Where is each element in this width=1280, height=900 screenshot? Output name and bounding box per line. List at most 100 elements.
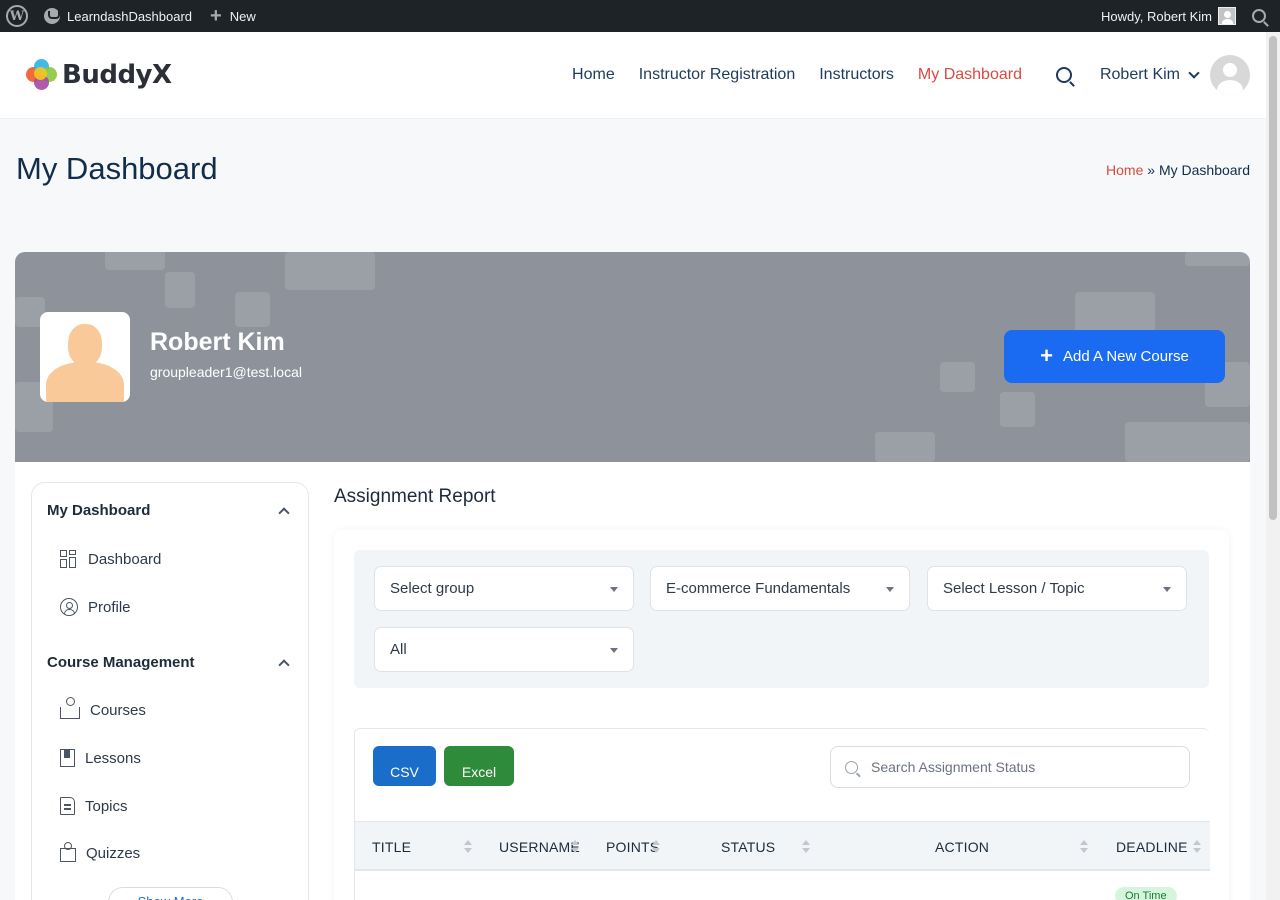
caret-down-icon — [610, 587, 618, 592]
nav-home[interactable]: Home — [572, 66, 615, 84]
deadline-status-badge: On Time — [1115, 887, 1177, 900]
sidebar-item-label: Lessons — [85, 749, 141, 767]
lesson-topic-select[interactable]: Select Lesson / Topic — [927, 566, 1187, 611]
admin-site-link[interactable]: LearndashDashboard — [44, 8, 192, 24]
sidebar-item-label: Profile — [88, 598, 131, 616]
breadcrumb-current: My Dashboard — [1158, 162, 1250, 178]
caret-down-icon — [610, 648, 618, 653]
admin-greeting: Howdy, Robert Kim — [1100, 8, 1212, 24]
page-title-band: My Dashboard Home » My Dashboard — [0, 118, 1266, 220]
assignment-table: CSV Excel Search Assignment Status TITLE… — [354, 728, 1210, 900]
column-title[interactable]: TITLE — [372, 839, 411, 855]
plus-icon: + — [1040, 342, 1053, 368]
add-new-course-label: Add A New Course — [1062, 348, 1189, 365]
column-username[interactable]: USERNAME — [499, 839, 580, 855]
user-circle-icon — [60, 598, 78, 616]
bookmark-icon — [60, 749, 75, 767]
scrollbar-thumb[interactable] — [1269, 36, 1277, 520]
user-menu[interactable]: Robert Kim — [1099, 66, 1200, 84]
page-scrollbar[interactable] — [1266, 32, 1280, 900]
chevron-up-icon[interactable] — [278, 659, 290, 671]
nav-instructor-registration[interactable]: Instructor Registration — [639, 66, 796, 84]
course-book-icon — [60, 697, 80, 719]
status-select[interactable]: All — [374, 627, 634, 672]
sort-icon[interactable] — [464, 840, 472, 854]
column-status[interactable]: STATUS — [721, 839, 775, 855]
sidebar-item-label: Dashboard — [88, 550, 162, 568]
column-action[interactable]: ACTION — [935, 839, 989, 855]
page-title: My Dashboard — [16, 151, 218, 186]
table-header: TITLE USERNAME POINTS STATUS ACTION DEAD… — [355, 821, 1210, 871]
sort-icon[interactable] — [802, 840, 810, 854]
user-avatar[interactable] — [1210, 55, 1250, 95]
nav-instructors[interactable]: Instructors — [819, 66, 894, 84]
sidebar-section-course-management[interactable]: Course Management — [47, 654, 195, 671]
course-select[interactable]: E-commerce Fundamentals — [650, 566, 910, 611]
profile-avatar[interactable] — [40, 312, 130, 402]
dashboard-grid-icon — [60, 550, 78, 568]
add-new-course-button[interactable]: + Add A New Course — [1004, 330, 1225, 383]
profile-banner: Robert Kim groupleader1@test.local + Add… — [15, 252, 1250, 462]
dashboard-sidebar: My Dashboard Dashboard Profile Course Ma… — [31, 482, 309, 900]
site-header: BuddyX Home Instructor Registration Inst… — [0, 32, 1266, 118]
search-placeholder: Search Assignment Status — [871, 759, 1036, 775]
group-select[interactable]: Select group — [374, 566, 634, 611]
sidebar-item-quizzes[interactable]: Quizzes — [60, 842, 141, 862]
sidebar-item-lessons[interactable]: Lessons — [60, 749, 141, 767]
chevron-down-icon — [1188, 66, 1200, 79]
admin-site-name: LearndashDashboard — [67, 8, 193, 24]
course-select-value: E-commerce Fundamentals — [666, 580, 851, 597]
document-icon — [60, 797, 75, 815]
admin-new-label: New — [229, 8, 256, 24]
search-icon — [845, 761, 858, 774]
report-title: Assignment Report — [334, 486, 496, 507]
user-menu-name: Robert Kim — [1099, 66, 1180, 83]
assignment-search-input[interactable]: Search Assignment Status — [830, 746, 1190, 788]
sidebar-item-label: Quizzes — [86, 844, 141, 862]
report-card: Select group E-commerce Fundamentals Sel… — [334, 530, 1229, 900]
group-select-value: Select group — [390, 580, 475, 597]
plus-icon: + — [210, 5, 222, 27]
sidebar-item-dashboard[interactable]: Dashboard — [60, 550, 161, 568]
sidebar-item-topics[interactable]: Topics — [60, 797, 128, 815]
logo-text: BuddyX — [62, 60, 172, 90]
show-more-button[interactable]: Show More — [108, 887, 233, 900]
csv-export-button[interactable]: CSV — [373, 746, 436, 786]
sidebar-item-label: Topics — [85, 797, 128, 815]
header-search-icon[interactable] — [1055, 67, 1072, 83]
sort-icon[interactable] — [1080, 840, 1088, 854]
breadcrumb-separator: » — [1147, 162, 1156, 178]
sidebar-item-profile[interactable]: Profile — [60, 598, 131, 616]
wordpress-logo-icon[interactable]: W — [6, 5, 28, 27]
dashboard-content: My Dashboard Dashboard Profile Course Ma… — [15, 462, 1250, 900]
site-home-icon — [44, 8, 60, 24]
sidebar-section-my-dashboard[interactable]: My Dashboard — [47, 502, 150, 519]
admin-new-link[interactable]: + New — [210, 6, 256, 26]
sidebar-item-courses[interactable]: Courses — [60, 697, 146, 719]
nav-my-dashboard[interactable]: My Dashboard — [918, 66, 1022, 84]
site-logo[interactable]: BuddyX — [26, 59, 172, 91]
status-select-value: All — [390, 641, 407, 658]
admin-account[interactable]: Howdy, Robert Kim — [1101, 7, 1266, 25]
profile-email: groupleader1@test.local — [150, 364, 302, 380]
caret-down-icon — [886, 587, 894, 592]
admin-bar: W LearndashDashboard + New Howdy, Robert… — [0, 0, 1280, 32]
sort-icon[interactable] — [1193, 840, 1201, 854]
puzzle-icon — [60, 842, 76, 862]
excel-export-button[interactable]: Excel — [444, 746, 514, 786]
breadcrumb-home[interactable]: Home — [1106, 162, 1143, 178]
sidebar-item-label: Courses — [90, 701, 146, 719]
main-nav: Home Instructor Registration Instructors… — [572, 55, 1266, 95]
report-filters: Select group E-commerce Fundamentals Sel… — [354, 550, 1209, 688]
admin-avatar — [1218, 7, 1236, 25]
chevron-up-icon[interactable] — [278, 507, 290, 519]
sort-icon[interactable] — [571, 840, 579, 854]
sort-icon[interactable] — [652, 840, 660, 854]
buddyx-logo-icon — [26, 59, 58, 91]
lesson-select-value: Select Lesson / Topic — [943, 580, 1085, 597]
breadcrumb: Home » My Dashboard — [1106, 162, 1250, 178]
caret-down-icon — [1163, 587, 1171, 592]
profile-name: Robert Kim — [150, 328, 285, 356]
column-deadline[interactable]: DEADLINE — [1116, 839, 1188, 855]
admin-search-icon[interactable] — [1252, 9, 1266, 23]
